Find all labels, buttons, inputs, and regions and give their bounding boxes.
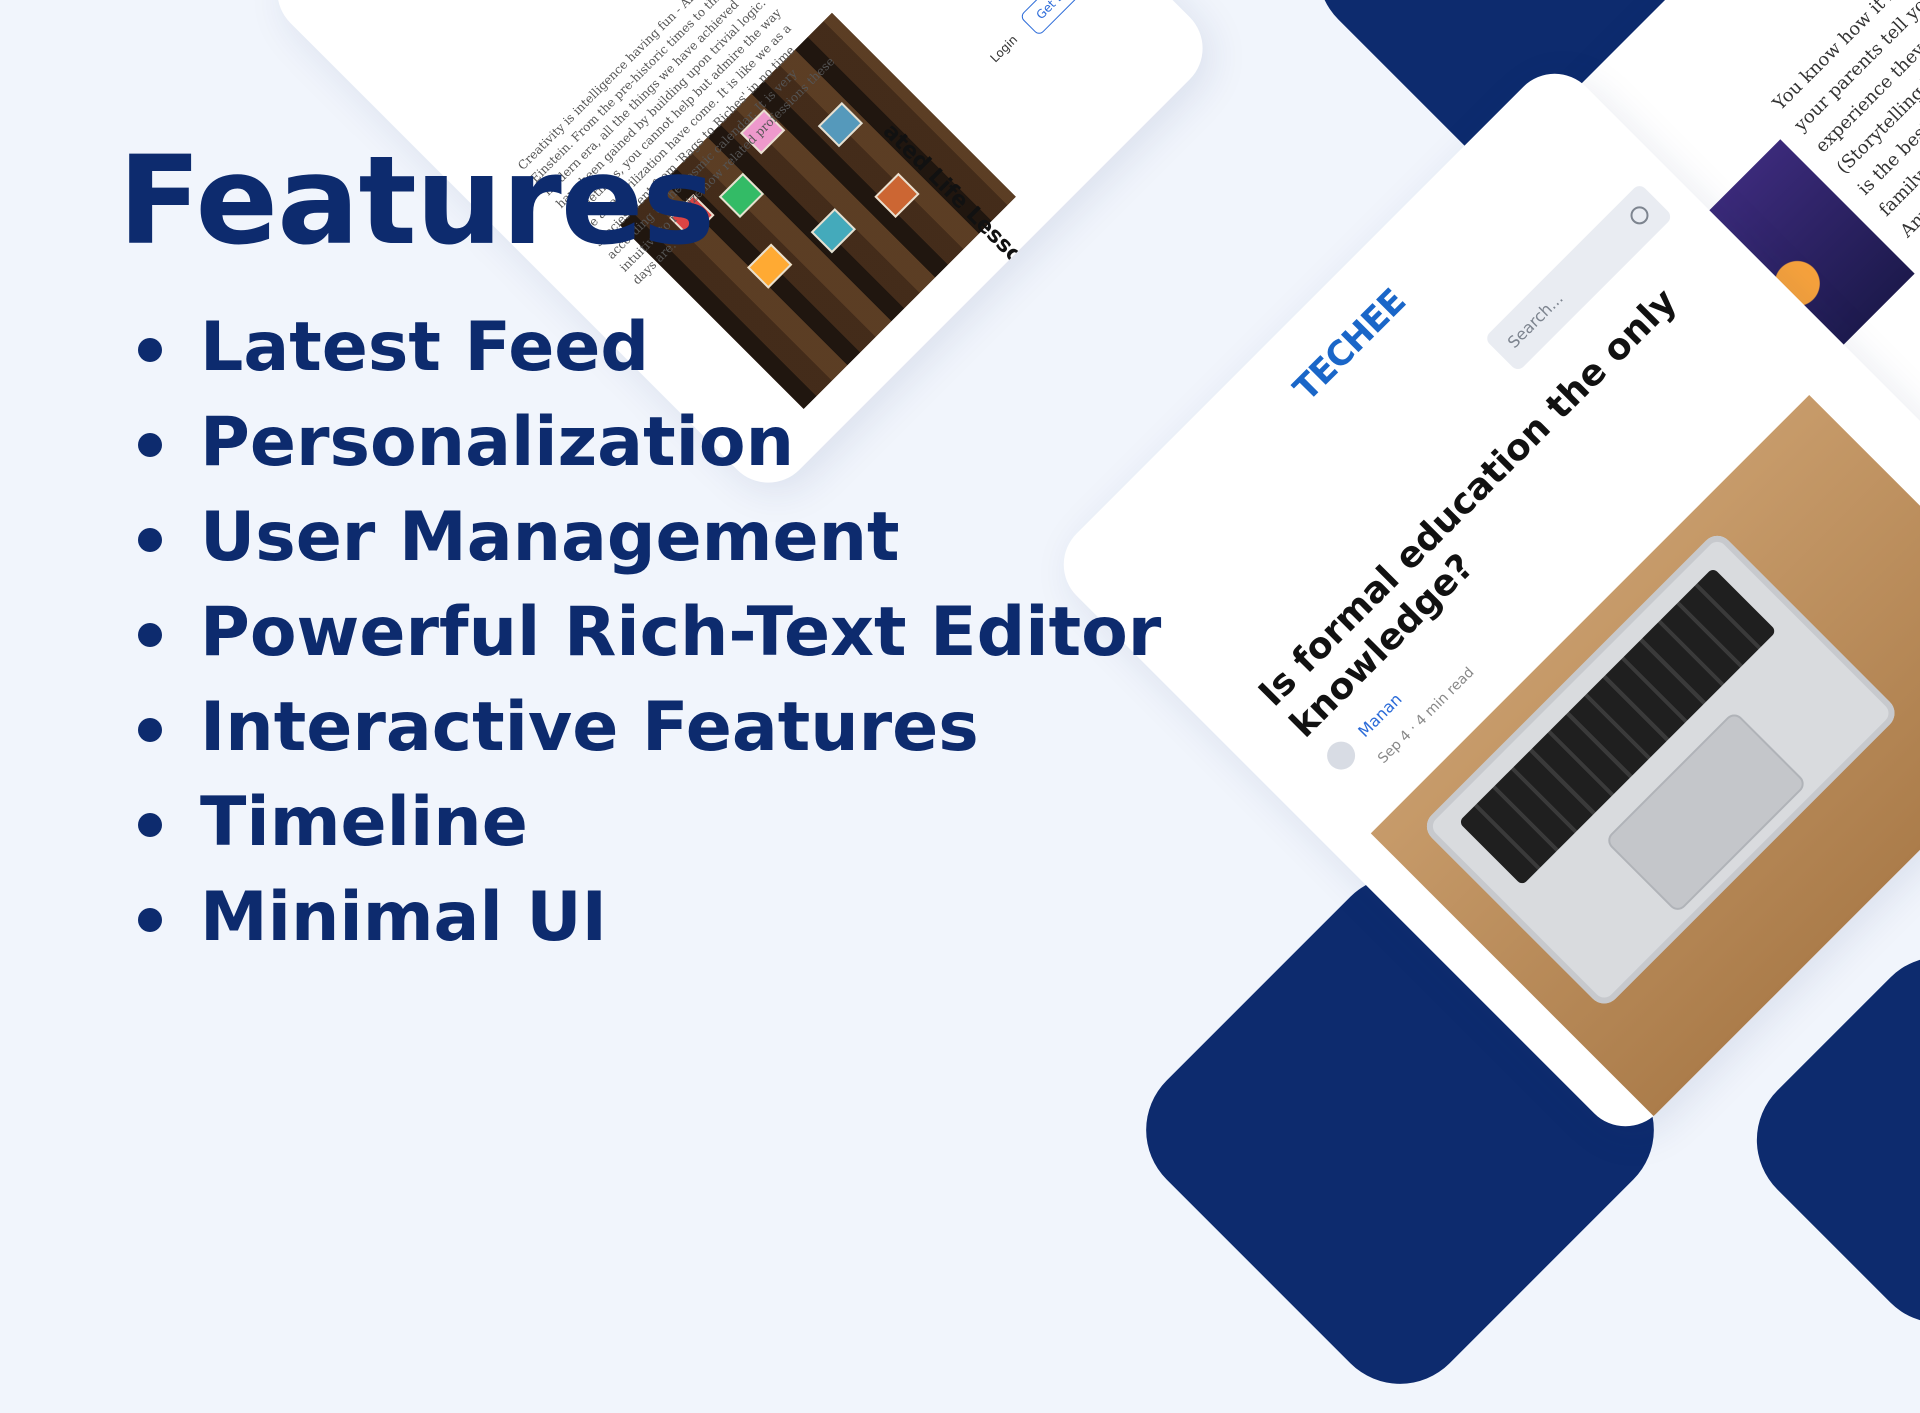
avatar[interactable] — [1321, 735, 1361, 776]
feature-item-minimal-ui: Minimal UI — [130, 870, 1161, 965]
bullet-icon — [138, 623, 162, 647]
feature-item-latest-feed: Latest Feed — [130, 300, 1161, 395]
features-list: Latest Feed Personalization User Managem… — [130, 300, 1161, 965]
feature-item-interactive-features: Interactive Features — [130, 680, 1161, 775]
feature-label: Personalization — [200, 403, 795, 482]
search-icon[interactable] — [1626, 202, 1653, 229]
feature-item-user-management: User Management — [130, 490, 1161, 585]
get-started-button[interactable]: Get Started — [1019, 0, 1107, 37]
feature-label: Timeline — [200, 783, 528, 862]
login-link[interactable]: Login — [987, 32, 1020, 65]
feature-item-rich-text-editor: Powerful Rich-Text Editor — [130, 585, 1161, 680]
feature-item-personalization: Personalization — [130, 395, 1161, 490]
bullet-icon — [138, 433, 162, 457]
bullet-icon — [138, 338, 162, 362]
bullet-icon — [138, 908, 162, 932]
feature-label: Latest Feed — [200, 308, 650, 387]
bullet-icon — [138, 813, 162, 837]
bullet-icon — [138, 718, 162, 742]
feature-label: Powerful Rich-Text Editor — [200, 593, 1162, 672]
features-title: Features — [118, 130, 715, 272]
laptop-image — [1420, 529, 1902, 1011]
bullet-icon — [138, 528, 162, 552]
search-placeholder: Search... — [1503, 288, 1567, 352]
feature-label: Minimal UI — [200, 878, 607, 957]
site-logo[interactable]: TECHEE — [1286, 282, 1413, 409]
feature-item-timeline: Timeline — [130, 775, 1161, 870]
feature-label: User Management — [200, 498, 900, 577]
feature-label: Interactive Features — [200, 688, 979, 767]
